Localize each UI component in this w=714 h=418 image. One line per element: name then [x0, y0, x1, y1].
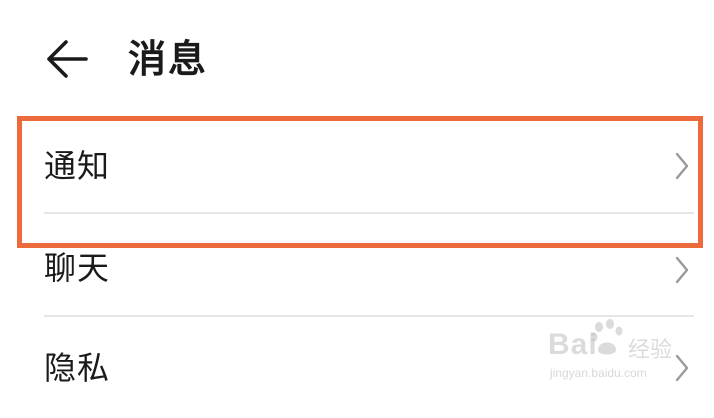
divider: [44, 315, 694, 317]
chevron-right-icon: [675, 152, 689, 180]
list-item-label: 聊天: [44, 249, 111, 287]
list-item-chat[interactable]: 聊天: [44, 218, 694, 318]
chevron-right-icon: [675, 256, 689, 284]
list-item-label: 通知: [44, 147, 111, 185]
chevron-right-icon: [675, 354, 689, 382]
divider: [44, 212, 694, 214]
list-item-notifications[interactable]: 通知: [44, 118, 694, 218]
settings-list: 通知 聊天 隐私: [0, 0, 714, 397]
list-item-privacy[interactable]: 隐私: [44, 318, 694, 418]
list-item-label: 隐私: [44, 349, 111, 387]
